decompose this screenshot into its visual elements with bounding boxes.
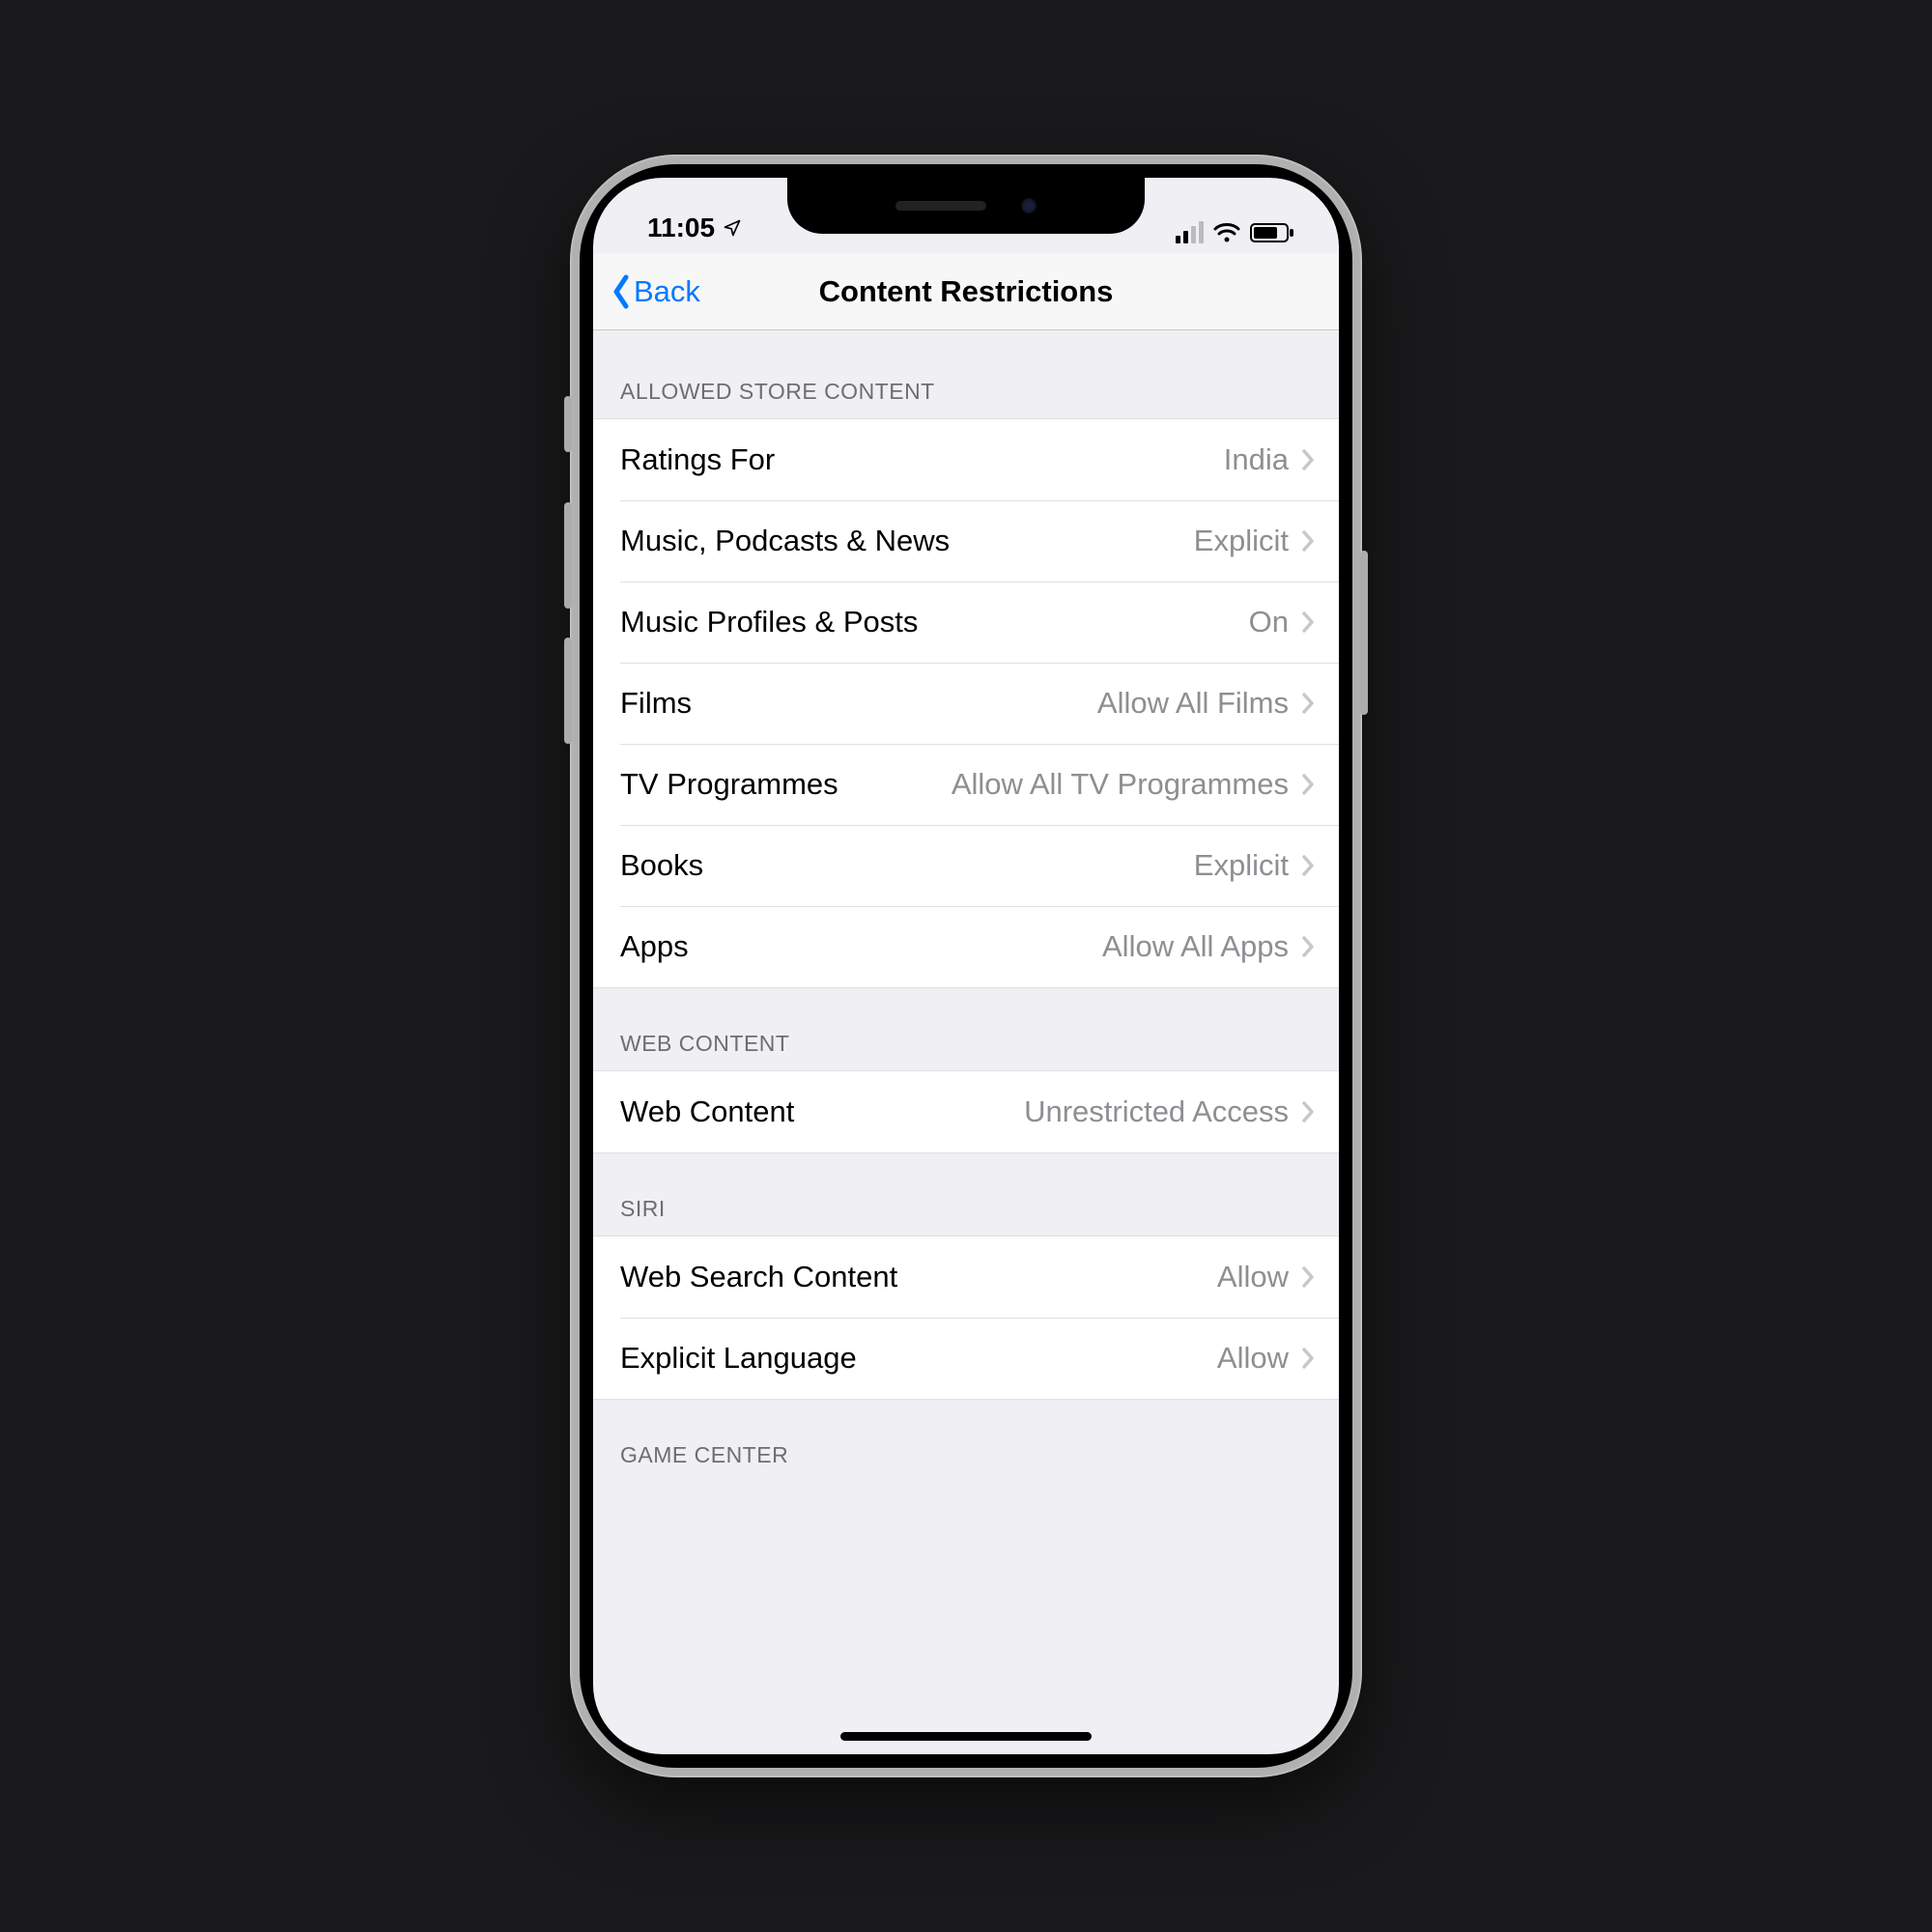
chevron-right-icon [1300, 1347, 1316, 1370]
chevron-right-icon [1300, 529, 1316, 553]
screen: 11:05 [593, 178, 1339, 1754]
row-label: Explicit Language [620, 1341, 857, 1376]
back-label: Back [634, 274, 700, 309]
row-ratings-for[interactable]: Ratings For India [593, 419, 1339, 500]
chevron-right-icon [1300, 611, 1316, 634]
row-films[interactable]: Films Allow All Films [593, 663, 1339, 744]
section-header-siri: SIRI [593, 1153, 1339, 1236]
settings-content[interactable]: ALLOWED STORE CONTENT Ratings For India … [593, 330, 1339, 1468]
home-indicator[interactable] [840, 1732, 1092, 1741]
row-label: Web Content [620, 1094, 794, 1129]
nav-bar: Back Content Restrictions [593, 253, 1339, 330]
chevron-right-icon [1300, 935, 1316, 958]
row-label: Web Search Content [620, 1260, 897, 1294]
row-value: Explicit [1194, 524, 1289, 558]
cellular-signal-icon [1176, 221, 1204, 243]
back-button[interactable]: Back [609, 273, 700, 310]
row-label: Music, Podcasts & News [620, 524, 950, 558]
row-value: India [1224, 442, 1289, 477]
row-label: Books [620, 848, 703, 883]
row-label: Ratings For [620, 442, 775, 477]
row-value: Allow All TV Programmes [952, 767, 1289, 802]
row-value: Explicit [1194, 848, 1289, 883]
row-music-podcasts-news[interactable]: Music, Podcasts & News Explicit [593, 500, 1339, 582]
row-explicit-language[interactable]: Explicit Language Allow [593, 1318, 1339, 1399]
row-books[interactable]: Books Explicit [593, 825, 1339, 906]
chevron-right-icon [1300, 773, 1316, 796]
row-value: Unrestricted Access [1024, 1094, 1289, 1129]
phone-frame: 11:05 [570, 155, 1362, 1777]
section-header-game-center: GAME CENTER [593, 1400, 1339, 1468]
group-allowed-store: Ratings For India Music, Podcasts & News… [593, 418, 1339, 988]
row-web-search-content[interactable]: Web Search Content Allow [593, 1236, 1339, 1318]
volume-down-button [564, 638, 572, 744]
speaker-grille [895, 201, 986, 211]
page-title: Content Restrictions [819, 274, 1114, 309]
row-value: Allow All Films [1097, 686, 1289, 721]
row-label: Apps [620, 929, 689, 964]
front-camera [1021, 198, 1037, 213]
chevron-right-icon [1300, 1100, 1316, 1123]
chevron-right-icon [1300, 854, 1316, 877]
chevron-left-icon [609, 273, 634, 310]
row-web-content[interactable]: Web Content Unrestricted Access [593, 1071, 1339, 1152]
row-value: Allow [1217, 1341, 1289, 1376]
group-siri: Web Search Content Allow Explicit Langua… [593, 1236, 1339, 1400]
row-apps[interactable]: Apps Allow All Apps [593, 906, 1339, 987]
row-value: On [1249, 605, 1289, 639]
group-web-content: Web Content Unrestricted Access [593, 1070, 1339, 1153]
volume-up-button [564, 502, 572, 609]
row-label: Music Profiles & Posts [620, 605, 918, 639]
chevron-right-icon [1300, 448, 1316, 471]
battery-icon [1250, 222, 1294, 243]
row-value: Allow [1217, 1260, 1289, 1294]
chevron-right-icon [1300, 692, 1316, 715]
row-music-profiles-posts[interactable]: Music Profiles & Posts On [593, 582, 1339, 663]
side-button [1360, 551, 1368, 715]
mute-switch [564, 396, 572, 452]
chevron-right-icon [1300, 1265, 1316, 1289]
section-header-allowed-store: ALLOWED STORE CONTENT [593, 330, 1339, 418]
row-label: Films [620, 686, 692, 721]
row-value: Allow All Apps [1102, 929, 1289, 964]
location-icon [723, 218, 742, 238]
row-tv-programmes[interactable]: TV Programmes Allow All TV Programmes [593, 744, 1339, 825]
notch [787, 178, 1145, 234]
status-time: 11:05 [647, 213, 715, 243]
section-header-web-content: WEB CONTENT [593, 988, 1339, 1070]
row-label: TV Programmes [620, 767, 838, 802]
wifi-icon [1213, 222, 1240, 243]
